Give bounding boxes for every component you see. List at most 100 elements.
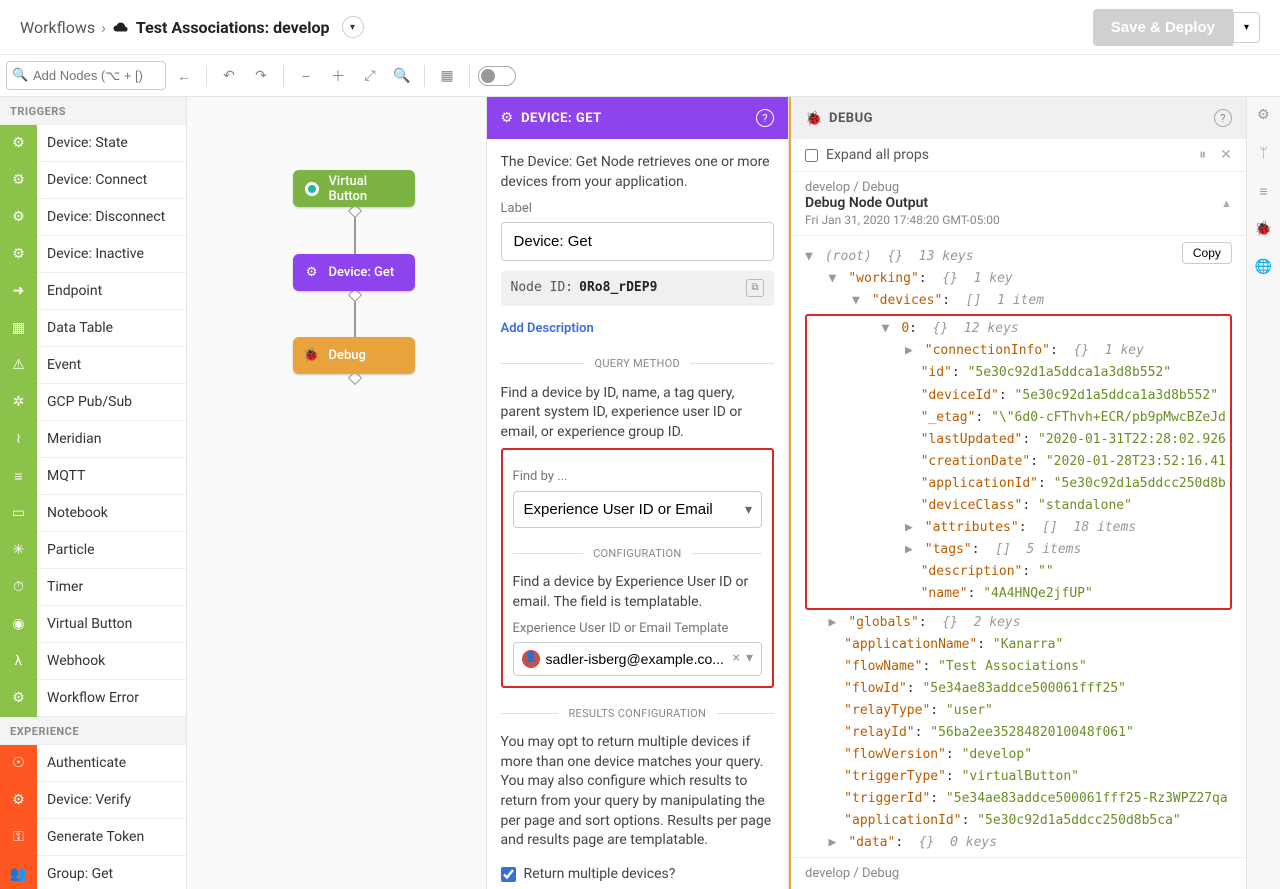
sidebar-item[interactable]: λWebhook (0, 643, 186, 680)
node-virtual-button[interactable]: Virtual Button (293, 170, 415, 207)
triggers-section-title: TRIGGERS (0, 97, 186, 125)
node-debug[interactable]: 🐞 Debug (293, 337, 415, 374)
add-description-link[interactable]: Add Description (501, 320, 594, 338)
trigger-icon: ✲ (0, 384, 37, 421)
expand-all-checkbox[interactable] (805, 149, 818, 162)
settings-icon[interactable]: ⚙ (1253, 105, 1273, 125)
return-multiple-checkbox[interactable] (501, 867, 516, 882)
sidebar-item-label: Data Table (37, 320, 113, 336)
sidebar-item[interactable]: ☉Authenticate (0, 745, 186, 782)
back-button[interactable]: ← (170, 62, 198, 90)
debug-toggle[interactable] (478, 66, 516, 86)
sidebar-item[interactable]: ⚙Workflow Error (0, 680, 186, 717)
save-deploy-dropdown[interactable]: ▾ (1233, 12, 1260, 43)
bug-icon: 🐞 (805, 111, 819, 125)
branch-icon[interactable]: ᛘ (1253, 143, 1273, 163)
close-debug-button[interactable]: ✕ (1220, 147, 1232, 163)
copy-nodeid-button[interactable]: ⧉ (746, 279, 764, 297)
trigger-icon: ⚙ (0, 162, 37, 199)
breadcrumb: Workflows › Test Associations: develop ▾ (20, 16, 364, 38)
sidebar-item-label: Device: Verify (37, 792, 131, 808)
trigger-icon: ⏱ (0, 569, 37, 606)
sidebar-item[interactable]: ≀Meridian (0, 421, 186, 458)
trigger-icon: ⚙ (0, 199, 37, 236)
trigger-icon: ◉ (0, 606, 37, 643)
debug-panel-title: DEBUG (829, 111, 873, 126)
zoom-out-button[interactable]: − (292, 62, 320, 90)
sidebar-item[interactable]: ⚿Generate Token (0, 819, 186, 856)
sidebar-item[interactable]: ▭Notebook (0, 495, 186, 532)
copy-json-button[interactable]: Copy (1182, 242, 1232, 264)
sidebar-item-label: Endpoint (37, 283, 102, 299)
template-value-input[interactable] (546, 651, 727, 667)
debug-path: develop / Debug (791, 172, 1246, 195)
user-template-input[interactable]: × ▾ (513, 642, 763, 676)
node-id-row: Node ID: 0Ro8_rDEP9 ⧉ (501, 271, 775, 305)
redo-button[interactable]: ↷ (247, 62, 275, 90)
sidebar-item[interactable]: ⚙Device: Verify (0, 782, 186, 819)
canvas-toolbar: 🔍 ← ↶ ↷ − ＋ ⤢ 🔍 ▦ (0, 55, 1280, 97)
sidebar-item-label: Webhook (37, 653, 105, 669)
query-method-title: QUERY METHOD (594, 356, 680, 371)
globe-icon[interactable]: 🌐 (1253, 257, 1273, 277)
save-deploy-button[interactable]: Save & Deploy (1093, 9, 1233, 46)
add-nodes-search[interactable] (6, 61, 166, 90)
search-canvas-button[interactable]: 🔍 (388, 62, 416, 90)
trigger-icon: ✳ (0, 532, 37, 569)
sidebar-item-label: GCP Pub/Sub (37, 394, 132, 410)
workflow-version-dropdown[interactable]: ▾ (342, 16, 364, 38)
sidebar-item[interactable]: ➜Endpoint (0, 273, 186, 310)
sidebar-item[interactable]: ⚠Event (0, 347, 186, 384)
breadcrumb-sep: › (101, 18, 106, 37)
user-avatar-icon (522, 650, 540, 668)
debug-json-view[interactable]: Copy ▼ (root) {} 13 keys ▼ "working": {}… (791, 236, 1246, 857)
sidebar-item-label: Notebook (37, 505, 108, 521)
sidebar-item[interactable]: ⚙Device: Connect (0, 162, 186, 199)
add-button[interactable]: ▦ (433, 62, 461, 90)
sidebar-item[interactable]: 👥Group: Get (0, 856, 186, 889)
sidebar-item[interactable]: ✳Particle (0, 532, 186, 569)
help-icon[interactable]: ? (1214, 109, 1232, 127)
trigger-icon: ⚙ (0, 236, 37, 273)
sidebar-item[interactable]: ⚙Device: State (0, 125, 186, 162)
cloud-icon (112, 18, 130, 36)
sidebar-item[interactable]: ⚙Device: Inactive (0, 236, 186, 273)
template-dropdown-button[interactable]: ▾ (746, 649, 753, 669)
json-highlight-box: ▼ 0: {} 12 keys ▶ "connectionInfo": {} 1… (805, 314, 1232, 609)
zoom-in-button[interactable]: ＋ (324, 62, 352, 90)
trigger-icon: ⚿ (0, 819, 37, 856)
sidebar-item[interactable]: ◉Virtual Button (0, 606, 186, 643)
return-multiple-row[interactable]: Return multiple devices? (501, 865, 775, 885)
pause-button[interactable]: ⏸ (1199, 147, 1206, 163)
zoom-fit-button[interactable]: ⤢ (356, 62, 384, 90)
sidebar-item[interactable]: ⏱Timer (0, 569, 186, 606)
trigger-icon: ➜ (0, 273, 37, 310)
right-rail: ⚙ ᛘ ≡ 🐞 🌐 (1246, 97, 1280, 889)
sidebar-item[interactable]: ≡MQTT (0, 458, 186, 495)
configuration-title: CONFIGURATION (593, 546, 681, 561)
breadcrumb-workflows[interactable]: Workflows (20, 18, 95, 37)
search-icon: 🔍 (12, 68, 28, 83)
findby-select[interactable] (513, 491, 763, 528)
clear-template-button[interactable]: × (733, 649, 740, 669)
sidebar-item-label: Authenticate (37, 755, 126, 771)
node-id-value: 0Ro8_rDEP9 (579, 279, 657, 297)
collapse-output-icon[interactable]: ▲ (1221, 197, 1232, 210)
config-panel-title: DEVICE: GET (521, 111, 602, 126)
node-device-get[interactable]: ⚙ Device: Get (293, 254, 415, 291)
debug-timestamp: Fri Jan 31, 2020 17:48:20 GMT-05:00 (791, 211, 1246, 236)
label-input[interactable] (501, 222, 775, 261)
node-config-panel: ⚙ DEVICE: GET ? The Device: Get Node ret… (487, 97, 790, 889)
configuration-desc: Find a device by Experience User ID or e… (513, 573, 763, 612)
sidebar-item[interactable]: ✲GCP Pub/Sub (0, 384, 186, 421)
storage-icon[interactable]: ≡ (1253, 181, 1273, 201)
workflow-canvas[interactable]: Virtual Button ⚙ Device: Get 🐞 Debug (187, 97, 487, 889)
sidebar-item[interactable]: ▦Data Table (0, 310, 186, 347)
undo-button[interactable]: ↶ (215, 62, 243, 90)
trigger-icon: ⚙ (0, 782, 37, 819)
sidebar-item-label: Workflow Error (37, 690, 139, 706)
bug-icon[interactable]: 🐞 (1253, 219, 1273, 239)
findby-highlight-box: Find by ... CONFIGURATION Find a device … (501, 448, 775, 688)
help-icon[interactable]: ? (756, 109, 774, 127)
sidebar-item[interactable]: ⚙Device: Disconnect (0, 199, 186, 236)
